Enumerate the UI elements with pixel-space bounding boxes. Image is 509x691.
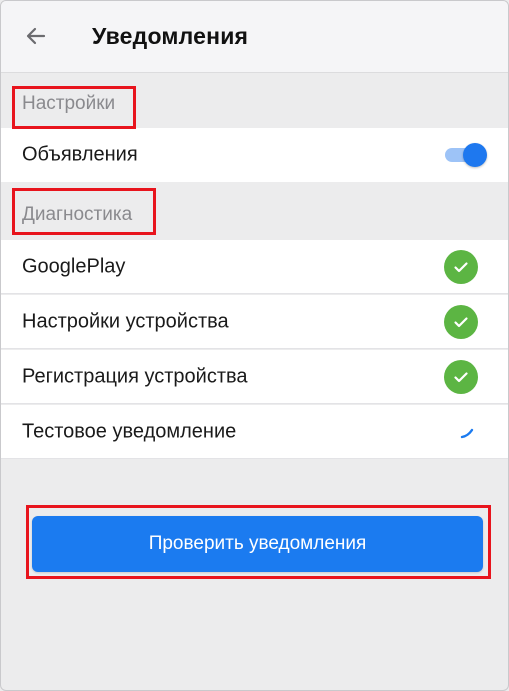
row-label: GooglePlay: [22, 255, 126, 278]
row-divider: [1, 403, 508, 404]
diagnostics-row: Настройки устройства: [1, 295, 508, 349]
back-button[interactable]: [21, 21, 51, 51]
row-label: Тестовое уведомление: [22, 420, 237, 443]
row-divider: [1, 458, 508, 459]
section-label-settings: Настройки: [22, 93, 116, 114]
row-divider: [1, 348, 508, 349]
row-label: Регистрация устройства: [22, 365, 248, 388]
app-bar: Уведомления: [1, 1, 508, 73]
announcements-toggle[interactable]: [443, 143, 487, 167]
check-circle-icon: [444, 360, 478, 394]
section-header-settings: Настройки: [1, 73, 508, 127]
diagnostics-row: Тестовое уведомление: [1, 405, 508, 459]
screen: Уведомления Настройки Объявления Диагнос…: [0, 0, 509, 691]
page-title: Уведомления: [92, 23, 249, 49]
diagnostics-row: GooglePlay: [1, 240, 508, 294]
check-notifications-button[interactable]: Проверить уведомления: [32, 516, 483, 572]
diagnostics-row: Регистрация устройства: [1, 350, 508, 404]
arrow-left-icon: [26, 27, 46, 45]
row-label: Настройки устройства: [22, 310, 229, 333]
row-divider: [1, 293, 508, 294]
check-circle-icon: [444, 250, 478, 284]
check-circle-icon: [444, 305, 478, 339]
section-label-diagnostics: Диагностика: [22, 204, 133, 225]
section-header-diagnostics: Диагностика: [1, 182, 508, 236]
spinner-icon: [460, 428, 474, 439]
settings-row-announcements[interactable]: Объявления: [1, 128, 508, 182]
row-label: Объявления: [22, 143, 138, 166]
toggle-thumb: [463, 143, 487, 167]
